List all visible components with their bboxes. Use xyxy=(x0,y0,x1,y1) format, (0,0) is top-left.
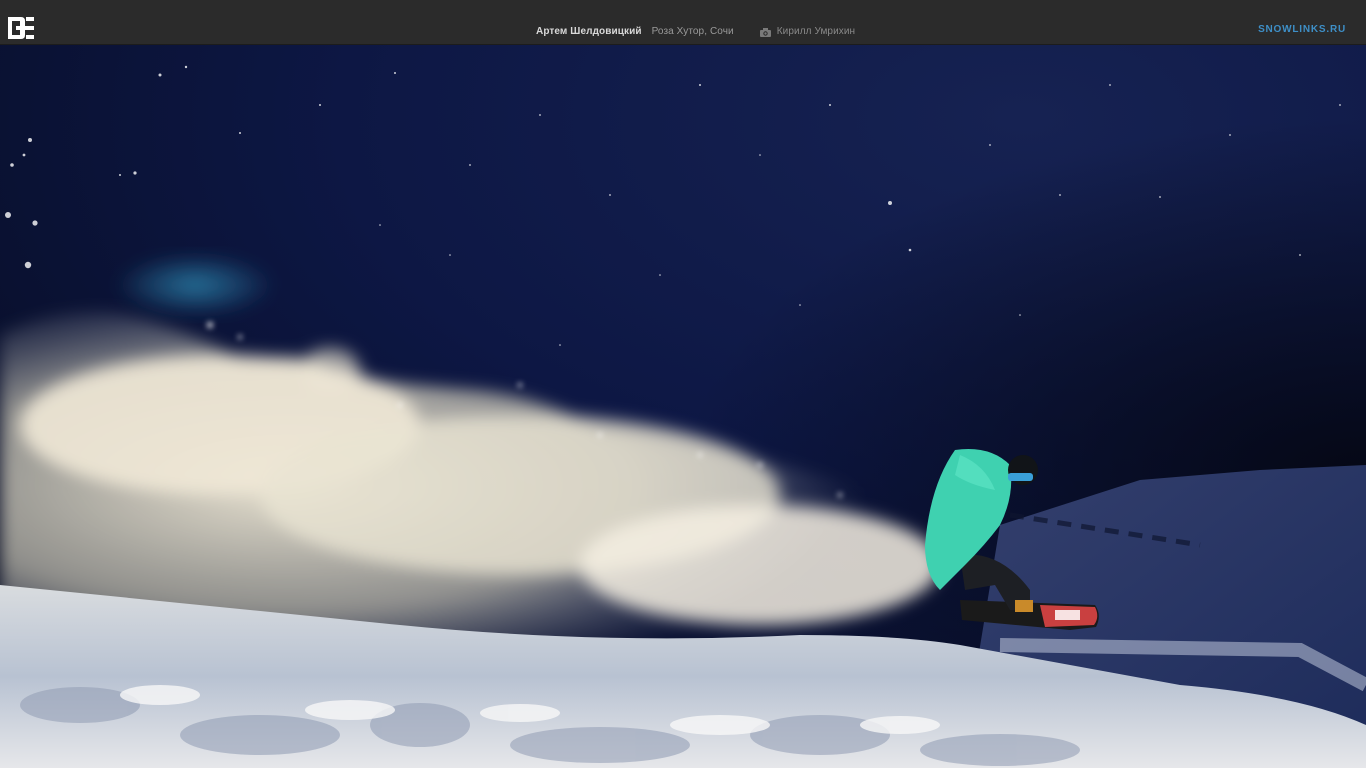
snowboard-photo xyxy=(0,45,1366,768)
photographer-name: Кирилл Умрихин xyxy=(776,26,856,37)
location: Роза Хутор, Сочи xyxy=(651,26,734,37)
dc-logo-icon[interactable] xyxy=(8,17,34,39)
photo-caption: Артем Шелдовицкий Роза Хутор, Сочи Кирил… xyxy=(536,25,855,39)
camera-icon xyxy=(759,27,771,37)
rider-name: Артем Шелдовицкий xyxy=(536,26,642,37)
top-bar: Артем Шелдовицкий Роза Хутор, Сочи Кирил… xyxy=(0,0,1366,45)
brand-logo-link[interactable]: snowlinks.ru xyxy=(1258,24,1346,36)
